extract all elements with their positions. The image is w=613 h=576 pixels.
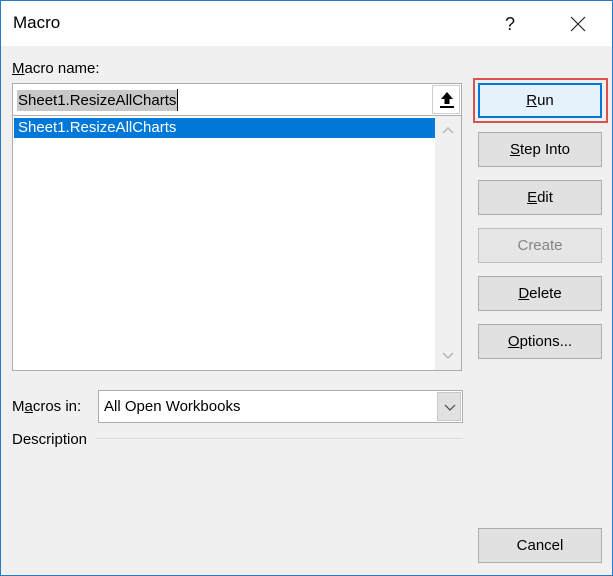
title-bar: Macro ? [1,1,612,46]
macros-in-select[interactable]: All Open Workbooks [98,390,463,423]
macro-listbox[interactable]: Sheet1.ResizeAllCharts [12,116,462,371]
list-item[interactable]: Sheet1.ResizeAllCharts [14,118,435,138]
dialog-title: Macro [13,13,61,32]
help-button[interactable]: ? [495,9,525,39]
close-button[interactable] [561,9,595,39]
macros-in-value: All Open Workbooks [104,398,241,415]
scroll-down-icon[interactable] [442,352,454,360]
delete-button[interactable]: Delete [478,276,602,311]
help-icon: ? [504,14,515,34]
text-caret [177,89,178,111]
collapse-dialog-button[interactable] [432,85,460,114]
macro-name-input[interactable]: Sheet1.ResizeAllCharts [12,83,462,116]
chevron-down-icon [444,404,456,411]
macro-name-value: Sheet1.ResizeAllCharts [17,90,178,111]
step-into-button[interactable]: Step Into [478,132,602,167]
edit-button[interactable]: Edit [478,180,602,215]
dropdown-button[interactable] [437,392,461,421]
macro-name-label: Macro name: [12,60,100,77]
vertical-scrollbar[interactable] [435,116,461,370]
arrow-up-icon [440,92,454,108]
create-button[interactable]: Create [478,228,602,263]
description-label: Description [12,431,88,448]
cancel-button[interactable]: Cancel [478,528,602,563]
close-icon [570,16,586,32]
macro-dialog: Macro ? Macro name: Sheet1.ResizeAllChar… [0,0,613,576]
description-divider [96,438,463,439]
run-button[interactable]: Run [478,83,602,118]
scroll-up-icon[interactable] [442,126,454,134]
options-button[interactable]: Options... [478,324,602,359]
macros-in-label: Macros in: [12,398,82,415]
